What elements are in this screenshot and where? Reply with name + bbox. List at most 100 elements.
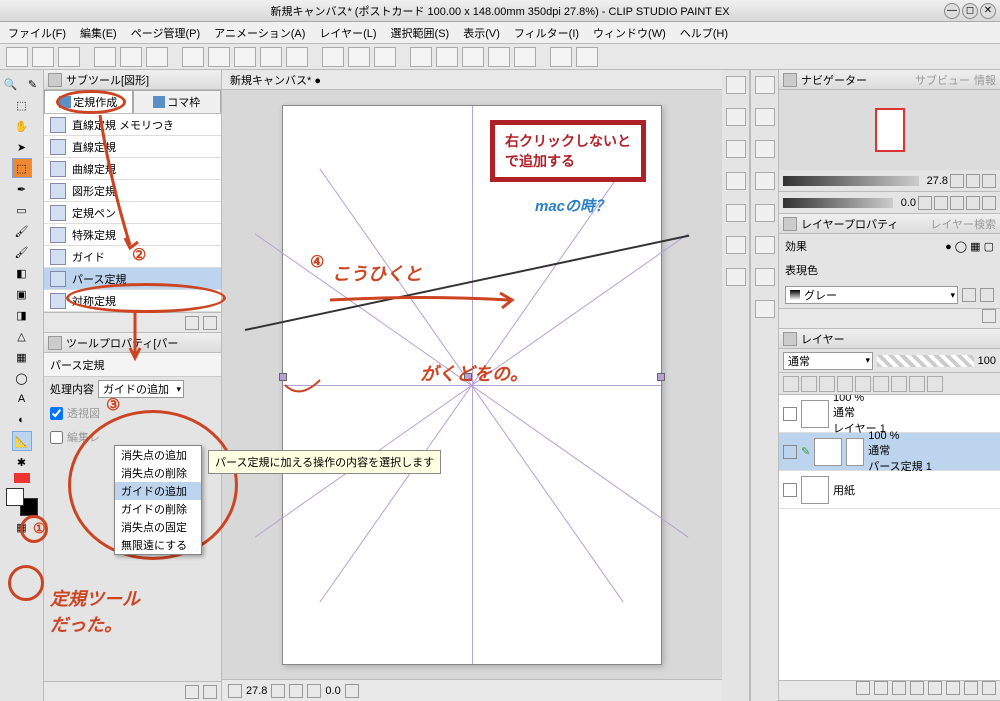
zoom-slider-icon[interactable] [289, 684, 303, 698]
toolbar-misc6-icon[interactable] [550, 47, 572, 67]
tab-info[interactable]: 情報 [974, 72, 996, 88]
toolbar-save-icon[interactable] [58, 47, 80, 67]
trash-icon[interactable] [946, 681, 960, 695]
toolbar-snap2-icon[interactable] [348, 47, 370, 67]
layer-row[interactable]: 用紙 [779, 471, 1000, 509]
tool-gradient-icon[interactable]: ◨ [12, 305, 32, 325]
toolbar-cloud-icon[interactable] [576, 47, 598, 67]
visibility-icon[interactable] [783, 445, 797, 459]
layer-row[interactable]: ✎ 100 % 通常パース定規 1 [779, 433, 1000, 471]
tool-eraser-icon[interactable]: ◧ [12, 263, 32, 283]
document-tab[interactable]: 新規キャンバス* ● [222, 70, 722, 90]
zoom-in-icon[interactable] [307, 684, 321, 698]
apply-icon[interactable] [982, 309, 996, 323]
qa-folder-icon[interactable] [755, 108, 775, 126]
menu-file[interactable]: ファイル(F) [8, 25, 66, 41]
toolbar-undo-icon[interactable] [94, 47, 116, 67]
processing-dropdown[interactable]: ガイドの追加 [98, 380, 184, 398]
canvas-viewport[interactable] [222, 90, 722, 679]
tool-frame-icon[interactable]: ▦ [12, 347, 32, 367]
popup-item[interactable]: 無限遠にする [115, 536, 201, 554]
visibility-icon[interactable] [783, 483, 797, 497]
wrench2-icon[interactable] [203, 685, 217, 699]
menu-help[interactable]: ヘルプ(H) [680, 25, 728, 41]
mask-icon[interactable] [928, 681, 942, 695]
ref-icon[interactable] [837, 376, 853, 392]
perspective-handle[interactable] [279, 373, 287, 381]
new-folder-icon[interactable] [874, 681, 888, 695]
qa-folder-icon[interactable] [726, 236, 746, 254]
rotate-slider[interactable] [783, 198, 893, 208]
perspective-checkbox[interactable] [50, 407, 63, 420]
new-layer-icon[interactable] [856, 681, 870, 695]
rotate-left-icon[interactable] [918, 196, 932, 210]
subtool-tab-ruler[interactable]: 定規作成 [44, 90, 133, 113]
tool-select-icon[interactable]: ➤ [12, 137, 32, 157]
menu-icon[interactable] [185, 316, 199, 330]
expr-opt-icon[interactable] [980, 288, 994, 302]
popup-item[interactable]: ガイドの削除 [115, 500, 201, 518]
combine-icon[interactable] [927, 376, 943, 392]
tool-move-icon[interactable]: ⬚ [12, 95, 32, 115]
toolbar-misc1-icon[interactable] [410, 47, 432, 67]
tool-text-icon[interactable]: A [12, 389, 32, 409]
tool-zoom-icon[interactable]: 🔍 [1, 74, 21, 94]
tool-wand-icon[interactable]: ⬚ [12, 158, 32, 178]
toolbar-sel1-icon[interactable] [182, 47, 204, 67]
tool-correction-icon[interactable]: ◐ [12, 410, 32, 430]
toolbar-delete-icon[interactable] [146, 47, 168, 67]
toolbar-misc2-icon[interactable] [436, 47, 458, 67]
minimize-button[interactable]: — [944, 3, 960, 19]
menu-filter[interactable]: フィルター(I) [514, 25, 579, 41]
toolbar-misc4-icon[interactable] [488, 47, 510, 67]
transfer-icon[interactable] [892, 681, 906, 695]
tool-brush-icon[interactable]: 🖌 [12, 221, 32, 241]
menu-view[interactable]: 表示(V) [463, 25, 500, 41]
close-button[interactable]: ✕ [980, 3, 996, 19]
color-icon[interactable] [909, 376, 925, 392]
trash-icon[interactable] [203, 316, 217, 330]
qa-folder-icon[interactable] [726, 172, 746, 190]
popup-item[interactable]: 消失点の削除 [115, 464, 201, 482]
maximize-button[interactable]: ◻ [962, 3, 978, 19]
qa-btn-icon[interactable] [726, 76, 746, 94]
up-icon[interactable] [964, 681, 978, 695]
rotate-reset-icon[interactable] [934, 196, 948, 210]
subtool-item[interactable]: 直線定規 [44, 136, 221, 158]
down-icon[interactable] [982, 681, 996, 695]
lock-icon[interactable] [783, 376, 799, 392]
qa-folder-icon[interactable] [726, 268, 746, 286]
toolbar-snap3-icon[interactable] [374, 47, 396, 67]
toolbar-redo-icon[interactable] [120, 47, 142, 67]
zoom-out-icon[interactable] [271, 684, 285, 698]
menu-page[interactable]: ページ管理(P) [131, 25, 200, 41]
subtool-item[interactable]: 定規ペン [44, 202, 221, 224]
tool-pen-icon[interactable]: ✒ [12, 179, 32, 199]
tool-shape-icon[interactable]: △ [12, 326, 32, 346]
zoom-slider[interactable] [783, 176, 919, 186]
zoom-out-icon[interactable] [950, 174, 964, 188]
ruler-show-icon[interactable] [891, 376, 907, 392]
perspective-handle[interactable] [657, 373, 665, 381]
zoom-fit-icon[interactable] [966, 174, 980, 188]
menu-edit[interactable]: 編集(E) [80, 25, 117, 41]
subtool-item[interactable]: 図形定規 [44, 180, 221, 202]
canvas-paper[interactable] [282, 105, 662, 665]
qa-folder-icon[interactable] [726, 108, 746, 126]
tool-color1-icon[interactable] [14, 473, 30, 483]
toolbar-sel3-icon[interactable] [234, 47, 256, 67]
qa-folder-icon[interactable] [755, 236, 775, 254]
toolbar-misc3-icon[interactable] [462, 47, 484, 67]
tool-transparent-icon[interactable]: ▦ [12, 517, 32, 537]
page-nav-icon[interactable] [228, 684, 242, 698]
flip-h-icon[interactable] [966, 196, 980, 210]
subtool-item[interactable]: 直線定規 メモリつき [44, 114, 221, 136]
toolbar-sel5-icon[interactable] [286, 47, 308, 67]
zoom-in-icon[interactable] [982, 174, 996, 188]
tool-hand-icon[interactable]: ✋ [12, 116, 32, 136]
flip-v-icon[interactable] [982, 196, 996, 210]
tool-eyedropper-icon[interactable]: ✎ [23, 74, 43, 94]
tab-layersearch[interactable]: レイヤー検索 [930, 216, 996, 232]
popup-item[interactable]: ガイドの追加 [115, 482, 201, 500]
tool-ruler-icon[interactable]: 📐 [12, 431, 32, 451]
